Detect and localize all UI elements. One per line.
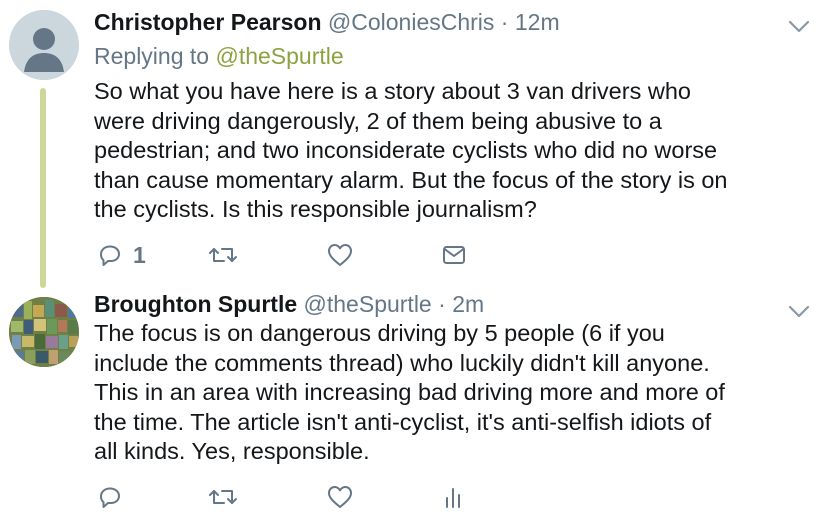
tweet-text-line: all kinds. Yes, responsible. (94, 438, 370, 465)
reply-icon (100, 245, 120, 266)
tweet-text-line: pedestrian; and two inconsiderate cyclis… (94, 137, 718, 164)
like-button[interactable] (326, 482, 354, 512)
tweet-text-line: were driving dangerously, 2 of them bein… (94, 107, 662, 134)
author-name[interactable]: Christopher Pearson (94, 9, 322, 35)
tweet-christopher-pearson[interactable]: Christopher Pearson @ColoniesChris · 12m… (0, 0, 828, 288)
tweet-actions: 1 (0, 240, 828, 270)
dm-icon (443, 246, 465, 264)
reply-icon (100, 487, 120, 508)
author-handle[interactable]: @theSpurtle (304, 291, 432, 317)
tweet-text-line: the cyclists. Is this responsible journa… (94, 196, 537, 223)
replying-to-handle[interactable]: @theSpurtle (215, 43, 343, 69)
retweet-button[interactable] (208, 482, 238, 512)
like-icon (328, 244, 352, 266)
tweet-text-line: This in an area with increasing bad driv… (94, 379, 725, 406)
direct-message-button[interactable] (441, 240, 467, 270)
retweet-button[interactable] (208, 240, 238, 270)
chevron-down-icon[interactable] (788, 305, 810, 319)
tweet-broughton-spurtle[interactable]: Broughton Spurtle @theSpurtle · 2m The f… (0, 285, 828, 520)
default-avatar-icon (9, 10, 79, 80)
profile-picture-icon (9, 297, 79, 367)
avatar[interactable] (9, 10, 79, 80)
timestamp[interactable]: 12m (515, 9, 560, 35)
like-button[interactable] (326, 240, 354, 270)
tweet-text-line: than cause momentary alarm. But the focu… (94, 166, 728, 193)
tweet-text: So what you have here is a story about 3… (94, 77, 804, 225)
tweet-text-line: So what you have here is a story about 3… (94, 78, 691, 104)
chevron-down-icon[interactable] (788, 20, 810, 34)
avatar[interactable] (9, 297, 79, 367)
replying-to-label: Replying to (94, 43, 210, 69)
tweet-header: Broughton Spurtle @theSpurtle · 2m (94, 290, 484, 318)
reply-button[interactable]: 1 (97, 240, 146, 270)
analytics-icon (446, 488, 460, 508)
like-icon (328, 486, 352, 508)
timestamp[interactable]: 2m (452, 291, 484, 317)
retweet-icon (209, 248, 237, 262)
tweet-text-line: the time. The article isn't anti-cyclist… (94, 408, 712, 435)
tweet-header: Christopher Pearson @ColoniesChris · 12m (94, 8, 560, 36)
tweet-actions (0, 482, 828, 512)
tweet-text: The focus is on dangerous driving by 5 p… (94, 319, 804, 467)
tweet-text-line: include the comments thread) who luckily… (94, 349, 710, 376)
reply-count: 1 (133, 241, 146, 268)
separator-dot: · (500, 9, 509, 35)
separator-dot: · (438, 291, 446, 317)
author-handle[interactable]: @ColoniesChris (328, 9, 495, 35)
analytics-button[interactable] (442, 482, 464, 512)
reply-button[interactable] (97, 482, 123, 512)
replying-to: Replying to @theSpurtle (94, 42, 344, 70)
tweet-text-line: The focus is on dangerous driving by 5 p… (94, 320, 665, 346)
retweet-icon (209, 490, 237, 504)
author-name[interactable]: Broughton Spurtle (94, 291, 297, 317)
